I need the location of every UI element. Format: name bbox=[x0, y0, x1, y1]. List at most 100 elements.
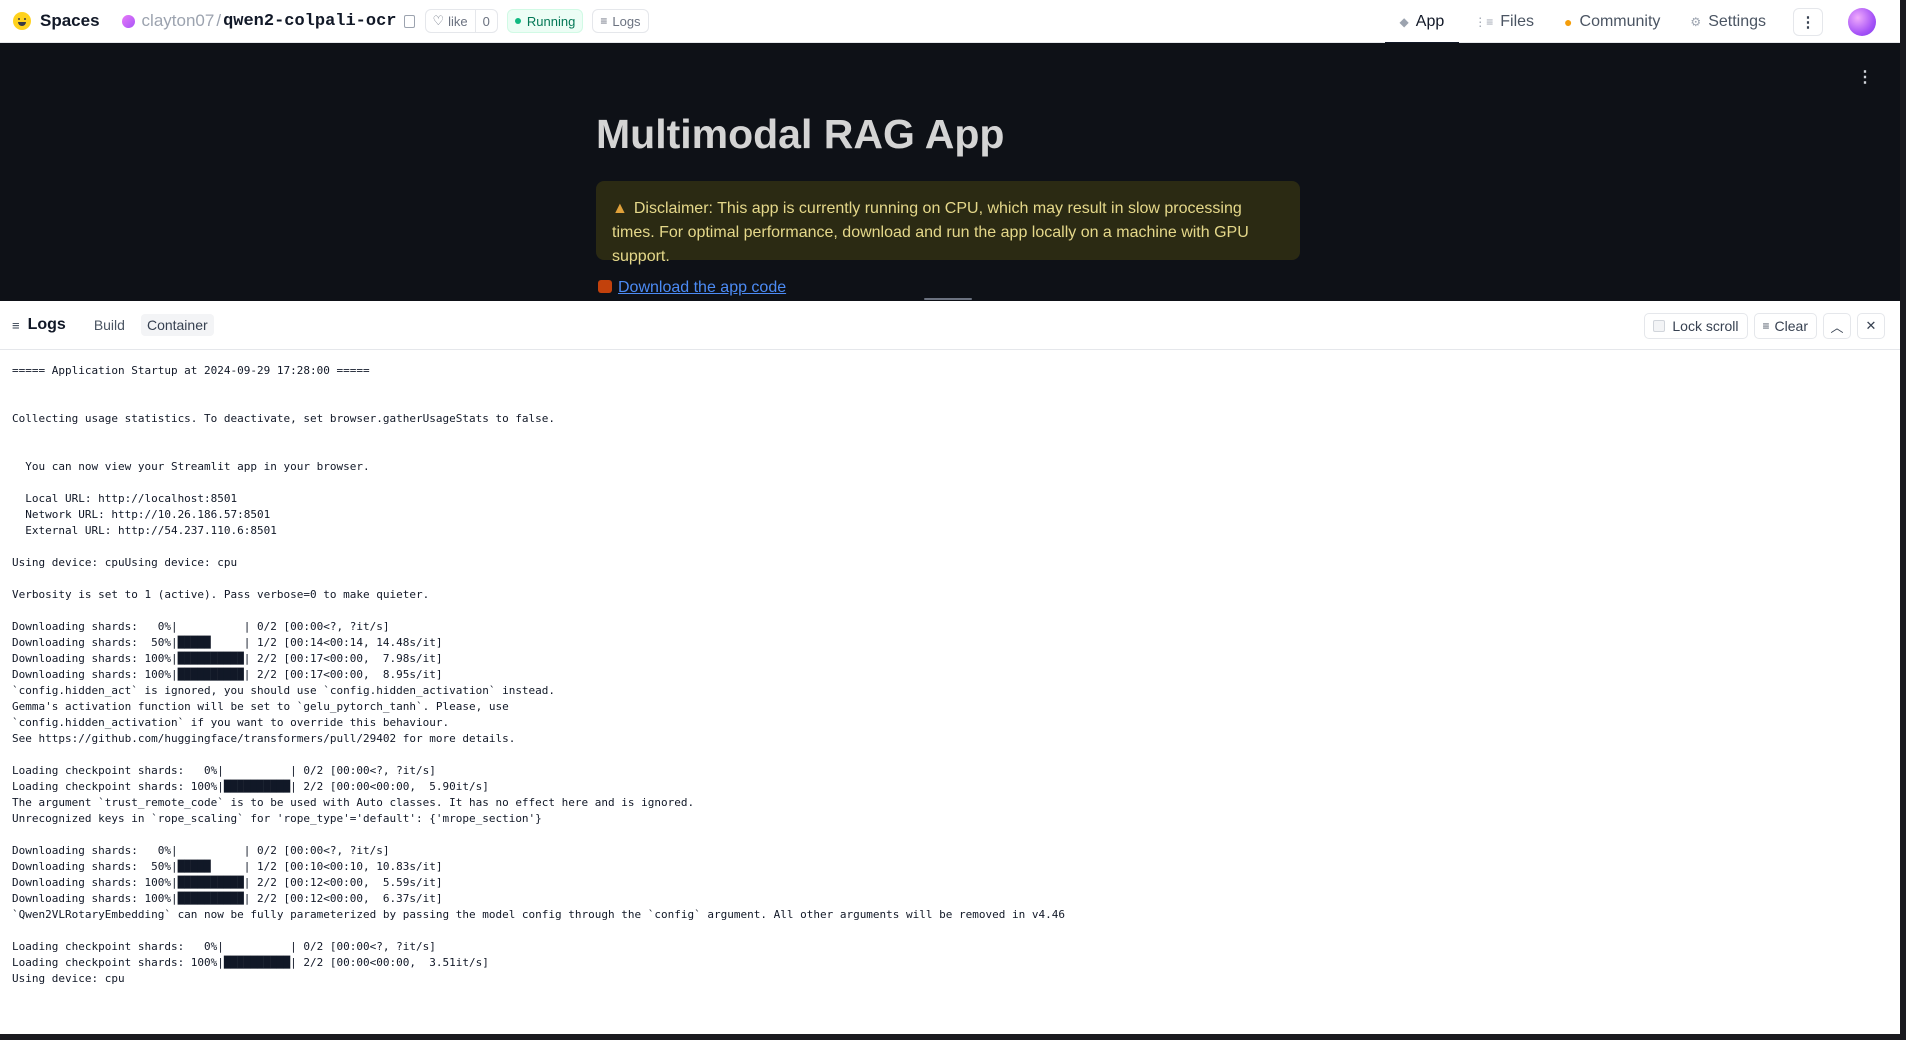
log-line: Downloading shards: 100%|██████████| 2/2… bbox=[12, 892, 443, 905]
huggingface-logo-icon bbox=[13, 12, 31, 30]
close-icon: ✕ bbox=[1865, 318, 1877, 333]
chevron-up-icon: ︿ bbox=[1830, 319, 1844, 335]
space-nav: ◆ App ⋮≡ Files ● Community ⚙ Settings ⋮ bbox=[1384, 0, 1900, 44]
warning-icon: ▲ bbox=[612, 200, 628, 217]
app-menu-icon[interactable]: ⋮ bbox=[1857, 67, 1873, 87]
log-line: `config.hidden_act` is ignored, you shou… bbox=[12, 684, 556, 697]
window-edge-bottom bbox=[0, 1034, 1906, 1040]
log-line: Loading checkpoint shards: 0%| | 0/2 [00… bbox=[12, 940, 436, 953]
log-line: Loading checkpoint shards: 100%|████████… bbox=[12, 956, 489, 969]
log-line: Unrecognized keys in `rope_scaling` for … bbox=[12, 812, 542, 825]
community-icon: ● bbox=[1564, 13, 1573, 30]
tab-container[interactable]: Container bbox=[140, 314, 214, 336]
repo-breadcrumb: clayton07 / qwen2-colpali-ocr bbox=[121, 11, 415, 31]
files-icon: ⋮≡ bbox=[1474, 14, 1494, 29]
heart-icon: ♡ bbox=[432, 13, 445, 28]
log-line: `config.hidden_activation` if you want t… bbox=[12, 716, 450, 729]
copy-icon[interactable] bbox=[403, 14, 415, 28]
log-line: Downloading shards: 100%|██████████| 2/2… bbox=[12, 876, 443, 889]
log-line: Downloading shards: 100%|██████████| 2/2… bbox=[12, 668, 443, 681]
more-options-button[interactable]: ⋮ bbox=[1793, 7, 1823, 36]
log-line: Loading checkpoint shards: 100%|████████… bbox=[12, 780, 489, 793]
clear-button[interactable]: ≡ Clear bbox=[1753, 313, 1817, 339]
expand-button[interactable]: ︿ bbox=[1823, 313, 1851, 339]
spaces-label: Spaces bbox=[40, 11, 100, 30]
log-line: Loading checkpoint shards: 0%| | 0/2 [00… bbox=[12, 764, 436, 777]
log-line: Local URL: http://localhost:8501 bbox=[12, 492, 238, 505]
download-link-label: Download the app code bbox=[618, 279, 787, 296]
tab-settings[interactable]: ⚙ Settings bbox=[1675, 0, 1781, 43]
status-badge: Running bbox=[506, 9, 584, 33]
log-line: Using device: cpu bbox=[12, 972, 125, 985]
log-output[interactable]: ===== Application Startup at 2024-09-29 … bbox=[12, 363, 1888, 987]
log-line: Gemma's activation function will be set … bbox=[12, 700, 509, 713]
cube-icon: ◆ bbox=[1399, 14, 1409, 29]
status-label: Running bbox=[526, 13, 576, 29]
robot-icon bbox=[598, 280, 612, 293]
log-line: Downloading shards: 100%|██████████| 2/2… bbox=[12, 652, 443, 665]
lock-scroll-toggle[interactable]: Lock scroll bbox=[1644, 313, 1748, 339]
logs-icon: ≡ bbox=[600, 14, 608, 28]
owner-link[interactable]: clayton07 bbox=[142, 11, 215, 31]
log-line: Collecting usage statistics. To deactiva… bbox=[12, 412, 556, 425]
lock-scroll-label: Lock scroll bbox=[1672, 318, 1739, 334]
log-line: You can now view your Streamlit app in y… bbox=[12, 460, 370, 473]
lock-scroll-checkbox[interactable] bbox=[1653, 320, 1666, 332]
tab-build[interactable]: Build bbox=[88, 314, 131, 336]
clear-label: Clear bbox=[1774, 318, 1808, 334]
gear-icon: ⚙ bbox=[1690, 14, 1702, 29]
tab-community[interactable]: ● Community bbox=[1549, 0, 1675, 43]
top-navbar: Spaces clayton07 / qwen2-colpali-ocr ♡ li… bbox=[0, 0, 1900, 44]
like-count: 0 bbox=[482, 13, 490, 29]
logs-icon: ≡ bbox=[12, 317, 20, 333]
log-line: Downloading shards: 0%| | 0/2 [00:00<?, … bbox=[12, 620, 390, 633]
log-line: Network URL: http://10.26.186.57:8501 bbox=[12, 508, 271, 521]
clear-icon: ≡ bbox=[1762, 319, 1770, 333]
disclaimer-text: Disclaimer: This app is currently runnin… bbox=[612, 200, 1249, 265]
log-line: See https://github.com/huggingface/trans… bbox=[12, 732, 516, 745]
log-line: Verbosity is set to 1 (active). Pass ver… bbox=[12, 588, 430, 601]
like-button[interactable]: ♡ like 0 bbox=[424, 9, 498, 33]
tab-app[interactable]: ◆ App bbox=[1384, 0, 1460, 44]
spaces-home-link[interactable]: Spaces bbox=[13, 11, 100, 31]
logs-title: Logs bbox=[27, 316, 66, 333]
download-app-code-link[interactable]: Download the app code bbox=[598, 279, 786, 297]
breadcrumb-separator: / bbox=[216, 11, 222, 30]
window-edge bbox=[1900, 0, 1906, 1040]
tab-app-label: App bbox=[1415, 12, 1445, 30]
log-line: Downloading shards: 0%| | 0/2 [00:00<?, … bbox=[12, 844, 390, 857]
log-line: Using device: cpuUsing device: cpu bbox=[12, 556, 238, 569]
log-line: `Qwen2VLRotaryEmbedding` can now be full… bbox=[12, 908, 1065, 921]
app-title: Multimodal RAG App bbox=[596, 111, 1005, 157]
panel-resize-handle[interactable] bbox=[924, 298, 972, 300]
log-line: Downloading shards: 50%|█████ | 1/2 [00:… bbox=[12, 860, 443, 873]
logs-actions: Lock scroll ≡ Clear ︿ ✕ bbox=[1644, 313, 1885, 339]
log-line: External URL: http://54.237.110.6:8501 bbox=[12, 524, 277, 537]
tab-community-label: Community bbox=[1579, 12, 1661, 30]
app-iframe: ⋮ Multimodal RAG App ▲ Disclaimer: This a… bbox=[0, 43, 1900, 301]
repo-name-link[interactable]: qwen2-colpali-ocr bbox=[223, 12, 396, 31]
owner-avatar-icon bbox=[121, 14, 135, 28]
logs-button-label: Logs bbox=[612, 13, 641, 29]
disclaimer-alert: ▲ Disclaimer: This app is currently runni… bbox=[596, 181, 1300, 265]
tab-files-label: Files bbox=[1500, 12, 1535, 30]
status-dot-icon bbox=[514, 18, 521, 24]
tab-files[interactable]: ⋮≡ Files bbox=[1459, 0, 1549, 43]
close-button[interactable]: ✕ bbox=[1857, 313, 1885, 339]
logs-button[interactable]: ≡ Logs bbox=[592, 9, 649, 33]
log-line: ===== Application Startup at 2024-09-29 … bbox=[12, 364, 370, 377]
log-line: Downloading shards: 50%|█████ | 1/2 [00:… bbox=[12, 636, 443, 649]
log-line: The argument `trust_remote_code` is to b… bbox=[12, 796, 695, 809]
user-avatar[interactable] bbox=[1848, 7, 1876, 36]
